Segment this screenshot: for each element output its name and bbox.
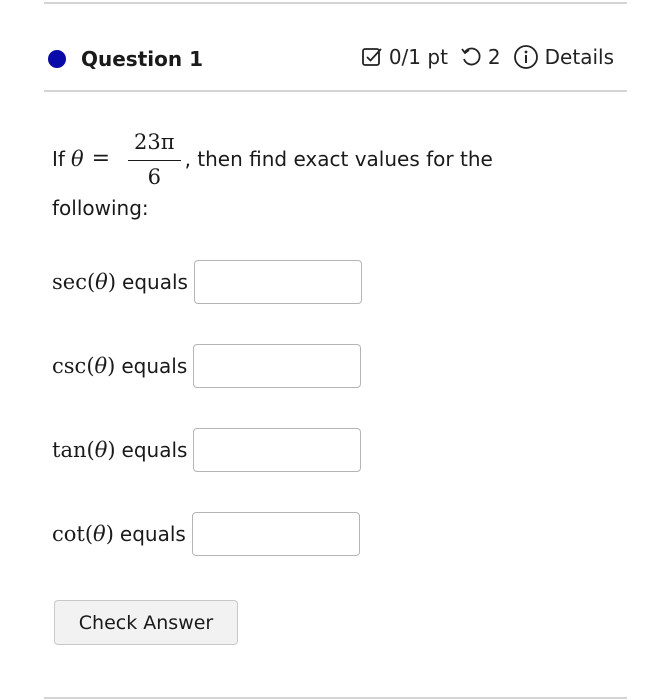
status-dot [48, 50, 66, 68]
cot-arg: θ [93, 522, 106, 546]
attempts-text: 2 [487, 45, 501, 69]
retry-icon [460, 46, 482, 68]
checkbox-edit-icon [361, 46, 383, 68]
question-meta: 0/1 pt 2 Details [361, 44, 614, 70]
info-icon[interactable] [513, 44, 539, 70]
points-text: 0/1 pt [388, 45, 448, 69]
question-page: Question 1 0/1 pt 2 Details If θ = 23π 6… [0, 0, 670, 700]
sec-equals-text: equals [122, 270, 188, 294]
problem-suffix: , then find exact values for the [184, 147, 493, 171]
tan-function: tan [52, 438, 87, 462]
problem-prefix: If [52, 147, 65, 171]
theta-symbol: θ [70, 147, 84, 171]
problem-line2: following: [52, 196, 149, 220]
csc-answer-input[interactable] [193, 344, 362, 388]
sec-function: sec [52, 270, 87, 294]
sec-answer-input[interactable] [193, 260, 362, 304]
fraction-numerator: 23π [128, 128, 181, 161]
sec-arg: θ [95, 270, 108, 294]
equals-sign: = [91, 146, 111, 171]
cot-equals-text: equals [119, 522, 186, 546]
tan-answer-input[interactable] [193, 428, 362, 472]
tan-equals-text: equals [121, 438, 188, 462]
header-divider [44, 90, 627, 92]
fraction-denominator: 6 [147, 164, 161, 189]
problem-statement: If θ = 23π 6 , then find exact values fo… [52, 126, 612, 222]
cot-answer-input[interactable] [191, 512, 360, 556]
tan-row: tan(θ) equals [52, 426, 362, 474]
check-answer-button[interactable]: Check Answer [54, 600, 238, 645]
csc-arg: θ [94, 354, 108, 378]
angle-fraction: 23π 6 [128, 128, 181, 191]
tan-arg: θ [94, 438, 108, 462]
details-link[interactable]: Details [545, 45, 614, 69]
question-title: Question 1 [81, 47, 203, 71]
csc-row: csc(θ) equals [52, 342, 362, 390]
top-divider [44, 2, 627, 4]
question-header: Question 1 0/1 pt 2 Details [44, 40, 614, 84]
bottom-divider [44, 697, 627, 699]
cot-function: cot [52, 522, 85, 546]
csc-function: csc [52, 354, 87, 378]
cot-row: cot(θ) equals [52, 510, 360, 558]
csc-equals-text: equals [121, 354, 188, 378]
sec-row: sec(θ) equals [52, 258, 362, 306]
